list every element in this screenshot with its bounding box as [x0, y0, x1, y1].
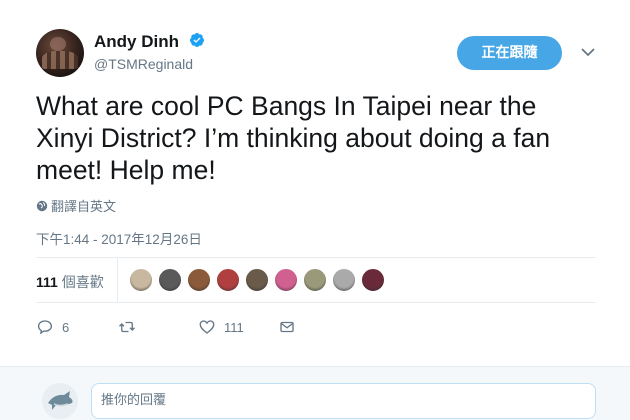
- reply-count: 6: [62, 319, 70, 335]
- liker-avatar[interactable]: [216, 268, 240, 292]
- author-avatar[interactable]: [36, 29, 84, 77]
- liker-avatar[interactable]: [245, 268, 269, 292]
- translate-label[interactable]: 翻譯自英文: [51, 196, 116, 215]
- author-handle[interactable]: @TSMReginald: [94, 56, 193, 72]
- liker-avatar[interactable]: [274, 268, 298, 292]
- reply-composer: 推你的回覆: [0, 366, 630, 420]
- globe-icon: [36, 200, 48, 211]
- divider: [36, 302, 596, 303]
- chevron-down-icon[interactable]: [580, 44, 596, 60]
- reply-button[interactable]: 6: [36, 314, 69, 340]
- liker-avatar[interactable]: [332, 268, 356, 292]
- translate-link[interactable]: 翻譯自英文: [36, 196, 116, 215]
- divider: [36, 257, 596, 258]
- heart-icon: [199, 320, 215, 334]
- like-count: 111: [224, 319, 244, 335]
- divider: [117, 258, 118, 302]
- retweet-button[interactable]: [118, 314, 144, 340]
- following-button[interactable]: 正在跟隨: [457, 36, 562, 70]
- tweet-timestamp[interactable]: 下午1:44 - 2017年12月26日: [36, 228, 202, 248]
- likes-label: 個喜歡: [61, 274, 104, 290]
- verified-badge-icon: [189, 33, 204, 47]
- tweet-text: What are cool PC Bangs In Taipei near th…: [36, 91, 551, 185]
- retweet-icon: [119, 321, 135, 333]
- like-button[interactable]: 111: [198, 314, 244, 340]
- author-name[interactable]: Andy Dinh: [94, 32, 179, 52]
- liker-avatars: [129, 268, 385, 292]
- likes-count: 111: [36, 274, 58, 290]
- liker-avatar[interactable]: [361, 268, 385, 292]
- liker-avatar[interactable]: [129, 268, 153, 292]
- liker-avatar[interactable]: [303, 268, 327, 292]
- envelope-icon: [280, 321, 294, 333]
- reply-icon: [37, 320, 53, 335]
- current-user-avatar[interactable]: [42, 383, 78, 419]
- message-button[interactable]: [278, 314, 296, 340]
- reply-input[interactable]: 推你的回覆: [91, 383, 596, 419]
- likes-summary[interactable]: 111 個喜歡: [36, 272, 104, 292]
- liker-avatar[interactable]: [158, 268, 182, 292]
- liker-avatar[interactable]: [187, 268, 211, 292]
